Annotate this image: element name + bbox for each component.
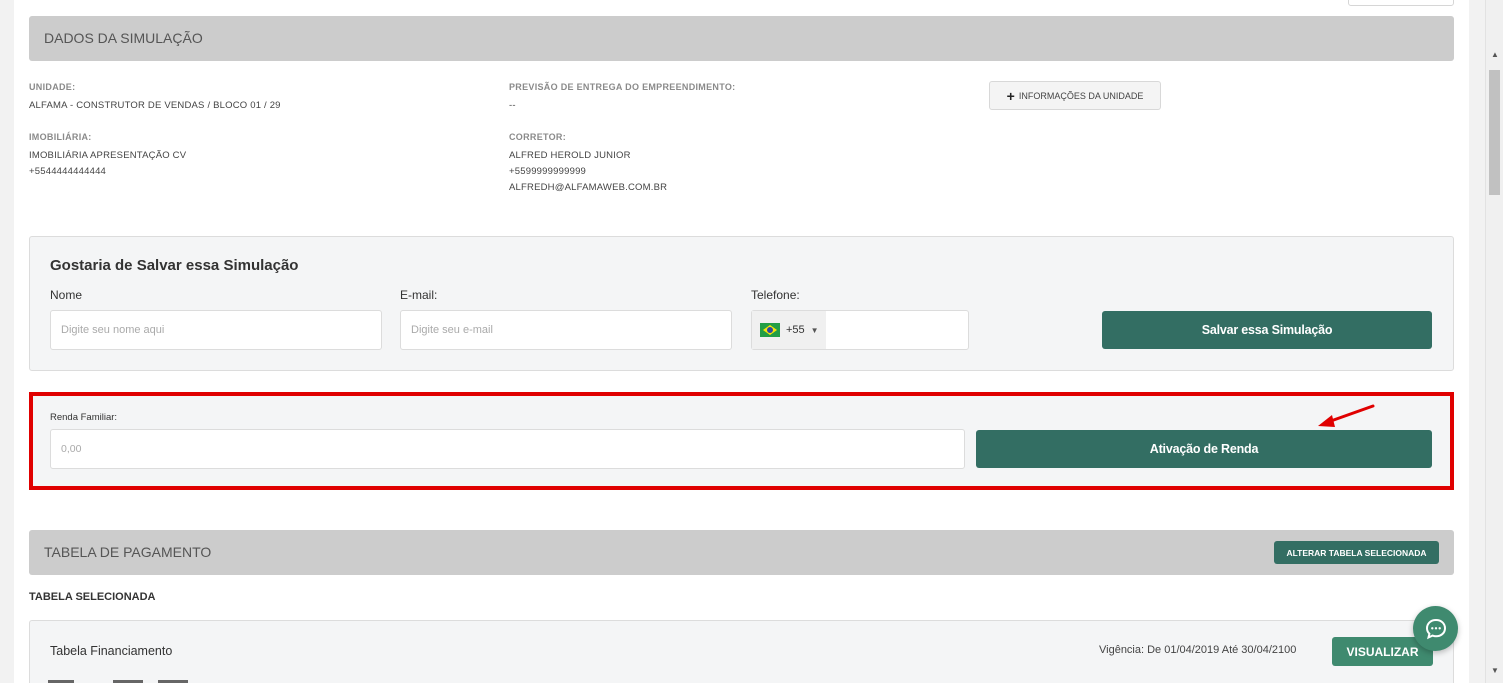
corretor-phone: +5599999999999 — [509, 166, 587, 177]
imobiliaria-name: IMOBILIÁRIA APRESENTAÇÃO CV — [29, 150, 187, 161]
tabela-financiamento-title: Tabela Financiamento — [50, 644, 173, 658]
dados-header: DADOS DA SIMULAÇÃO — [29, 16, 1454, 61]
visualizar-button-label: VISUALIZAR — [1346, 644, 1419, 659]
corretor-name: ALFRED HEROLD JUNIOR — [509, 150, 631, 161]
info-unidade-button[interactable]: + INFORMAÇÕES DA UNIDADE — [989, 81, 1161, 110]
nome-input[interactable] — [50, 310, 382, 350]
caret-down-icon: ▼ — [810, 325, 819, 335]
chat-button[interactable] — [1413, 606, 1458, 651]
corretor-label: CORRETOR: — [509, 132, 567, 142]
scroll-down-icon[interactable]: ▼ — [1490, 666, 1500, 675]
telefone-label: Telefone: — [751, 288, 800, 302]
red-arrow-icon — [1318, 404, 1375, 427]
unidade-value: ALFAMA - CONSTRUTOR DE VENDAS / BLOCO 01… — [29, 100, 281, 111]
alterar-tabela-label: ALTERAR TABELA SELECIONADA — [1286, 547, 1427, 558]
brazil-flag-icon — [760, 323, 780, 337]
unidade-label: UNIDADE: — [29, 82, 76, 92]
imobiliaria-phone: +5544444444444 — [29, 166, 107, 177]
save-simulation-title: Gostaria de Salvar essa Simulação — [50, 257, 299, 274]
plus-icon: + — [1006, 87, 1015, 104]
chat-bubble-icon — [1425, 618, 1446, 639]
imobiliaria-label: IMOBILIÁRIA: — [29, 132, 92, 142]
country-selector[interactable]: +55 ▼ — [752, 311, 826, 349]
email-label: E-mail: — [400, 288, 438, 302]
previsao-label: PREVISÃO DE ENTREGA DO EMPREENDIMENTO: — [509, 82, 736, 92]
tabela-selecionada-label: TABELA SELECIONADA — [29, 591, 156, 603]
telefone-input[interactable]: +55 ▼ — [751, 310, 969, 350]
ativacao-renda-button-label: Ativação de Renda — [1149, 442, 1259, 456]
corretor-email: ALFREDH@ALFAMAWEB.COM.BR — [509, 182, 668, 193]
info-unidade-label: INFORMAÇÕES DA UNIDADE — [1018, 90, 1144, 101]
save-simulation-button[interactable]: Salvar essa Simulação — [1102, 311, 1432, 349]
renda-input[interactable] — [50, 429, 965, 469]
renda-label: Renda Familiar: — [50, 412, 118, 423]
scroll-up-icon[interactable]: ▲ — [1490, 50, 1500, 59]
alterar-tabela-button[interactable]: ALTERAR TABELA SELECIONADA — [1274, 541, 1439, 564]
page-scrollbar[interactable]: ▲ ▼ — [1485, 0, 1503, 683]
nome-label: Nome — [50, 288, 83, 302]
ativacao-renda-button[interactable]: Ativação de Renda — [976, 430, 1432, 468]
country-code: +55 — [786, 324, 805, 336]
pagamento-header: TABELA DE PAGAMENTO — [29, 530, 1454, 575]
top-button-stub[interactable] — [1348, 0, 1454, 6]
vigencia-text: Vigência: De 01/04/2019 Até 30/04/2100 — [1099, 644, 1297, 656]
scroll-thumb[interactable] — [1489, 70, 1500, 195]
save-simulation-button-label: Salvar essa Simulação — [1201, 323, 1333, 337]
email-input[interactable] — [400, 310, 732, 350]
previsao-value: -- — [509, 100, 516, 111]
